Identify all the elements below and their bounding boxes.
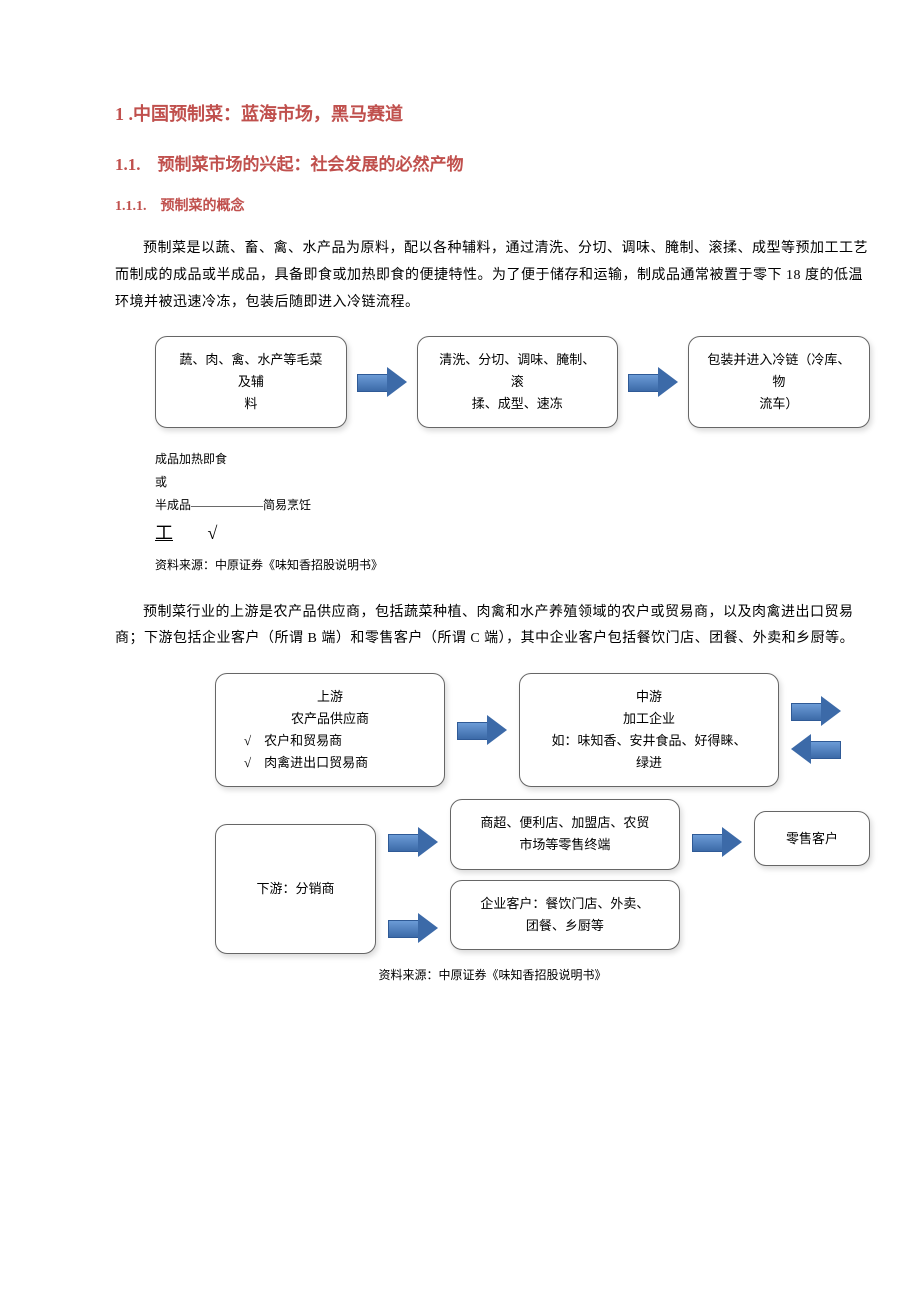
symbol-line: 工 √ bbox=[155, 519, 870, 548]
flow-box-retail-customer: 零售客户 bbox=[754, 811, 870, 866]
flow-text: 商超、便利店、加盟店、农贸 bbox=[469, 812, 661, 834]
arrow-right-icon bbox=[388, 829, 438, 855]
paragraph-2: 预制菜行业的上游是农产品供应商，包括蔬菜种植、肉禽和水产养殖领域的农户或贸易商，… bbox=[115, 600, 870, 653]
arrow-right-icon bbox=[628, 369, 678, 395]
source-caption-1: 资料来源：中原证券《味知香招股说明书》 bbox=[155, 556, 870, 575]
source-caption-2: 资料来源：中原证券《味知香招股说明书》 bbox=[115, 966, 870, 985]
arrow-right-icon bbox=[457, 717, 507, 743]
list-item: √ 农户和贸易商 bbox=[234, 730, 342, 752]
flow-text: 零售客户 bbox=[773, 828, 851, 850]
subtext-line: 成品加热即食 bbox=[155, 448, 870, 471]
list-item: √ 肉禽进出口贸易商 bbox=[234, 752, 368, 774]
flow-subtitle: 加工企业 bbox=[538, 708, 760, 730]
flow-box-enterprise-customer: 企业客户：餐饮门店、外卖、 团餐、乡厨等 bbox=[450, 880, 680, 950]
heading-3: 1.1.1. 预制菜的概念 bbox=[115, 196, 870, 218]
arrow-right-icon bbox=[791, 698, 841, 724]
flow-text: 揉、成型、速冻 bbox=[436, 393, 599, 415]
subtext-line: 或 bbox=[155, 471, 870, 494]
flow-text: 包装并进入冷链（冷库、物 bbox=[707, 349, 851, 393]
flow-text: 团餐、乡厨等 bbox=[469, 915, 661, 937]
flow-text: 料 bbox=[174, 393, 328, 415]
flow-box-midstream: 中游 加工企业 如：味知香、安井食品、好得睐、 绿进 bbox=[519, 673, 779, 787]
flow-text: 流车） bbox=[707, 393, 851, 415]
flow-text: 企业客户：餐饮门店、外卖、 bbox=[469, 893, 661, 915]
flow-box-raw-materials: 蔬、肉、禽、水产等毛菜 及辅 料 bbox=[155, 336, 347, 428]
flow-text: 清洗、分切、调味、腌制、滚 bbox=[436, 349, 599, 393]
flow-text: 下游：分销商 bbox=[234, 878, 357, 900]
flow-text: 如：味知香、安井食品、好得睐、 bbox=[538, 730, 760, 752]
flow-box-retail-terminal: 商超、便利店、加盟店、农贸 市场等零售终端 bbox=[450, 799, 680, 869]
arrow-right-icon bbox=[692, 829, 742, 855]
flow-title: 中游 bbox=[538, 686, 760, 708]
heading-2: 1.1. 预制菜市场的兴起：社会发展的必然产物 bbox=[115, 151, 870, 178]
flow-text: 蔬、肉、禽、水产等毛菜 bbox=[174, 349, 328, 371]
flow-box-upstream: 上游 农产品供应商 √ 农户和贸易商 √ 肉禽进出口贸易商 bbox=[215, 673, 445, 787]
arrow-right-icon bbox=[388, 915, 438, 941]
arrow-left-icon bbox=[791, 736, 841, 762]
flow-text: 市场等零售终端 bbox=[469, 834, 661, 856]
flow-box-processing: 清洗、分切、调味、腌制、滚 揉、成型、速冻 bbox=[417, 336, 618, 428]
arrow-right-icon bbox=[357, 369, 407, 395]
flow-title: 上游 bbox=[317, 686, 343, 708]
heading-1: 1 .中国预制菜：蓝海市场，黑马赛道 bbox=[115, 100, 870, 129]
flow-subtitle: 农产品供应商 bbox=[291, 708, 369, 730]
flow-box-downstream: 下游：分销商 bbox=[215, 824, 376, 954]
flow-text: 绿进 bbox=[538, 752, 760, 774]
flow-text: 及辅 bbox=[174, 371, 328, 393]
subtext-block: 成品加热即食 或 半成品——————简易烹饪 bbox=[155, 448, 870, 516]
subtext-line: 半成品——————简易烹饪 bbox=[155, 494, 870, 517]
supply-chain-diagram: 上游 农产品供应商 √ 农户和贸易商 √ 肉禽进出口贸易商 中游 加工企业 如：… bbox=[215, 673, 870, 954]
flow-box-packaging: 包装并进入冷链（冷库、物 流车） bbox=[688, 336, 870, 428]
process-flow-diagram: 蔬、肉、禽、水产等毛菜 及辅 料 清洗、分切、调味、腌制、滚 揉、成型、速冻 包… bbox=[155, 336, 870, 428]
symbol-gong: 工 bbox=[155, 523, 173, 543]
paragraph-1: 预制菜是以蔬、畜、禽、水产品为原料，配以各种辅料，通过清洗、分切、调味、腌制、滚… bbox=[115, 236, 870, 316]
check-icon: √ bbox=[208, 523, 218, 543]
